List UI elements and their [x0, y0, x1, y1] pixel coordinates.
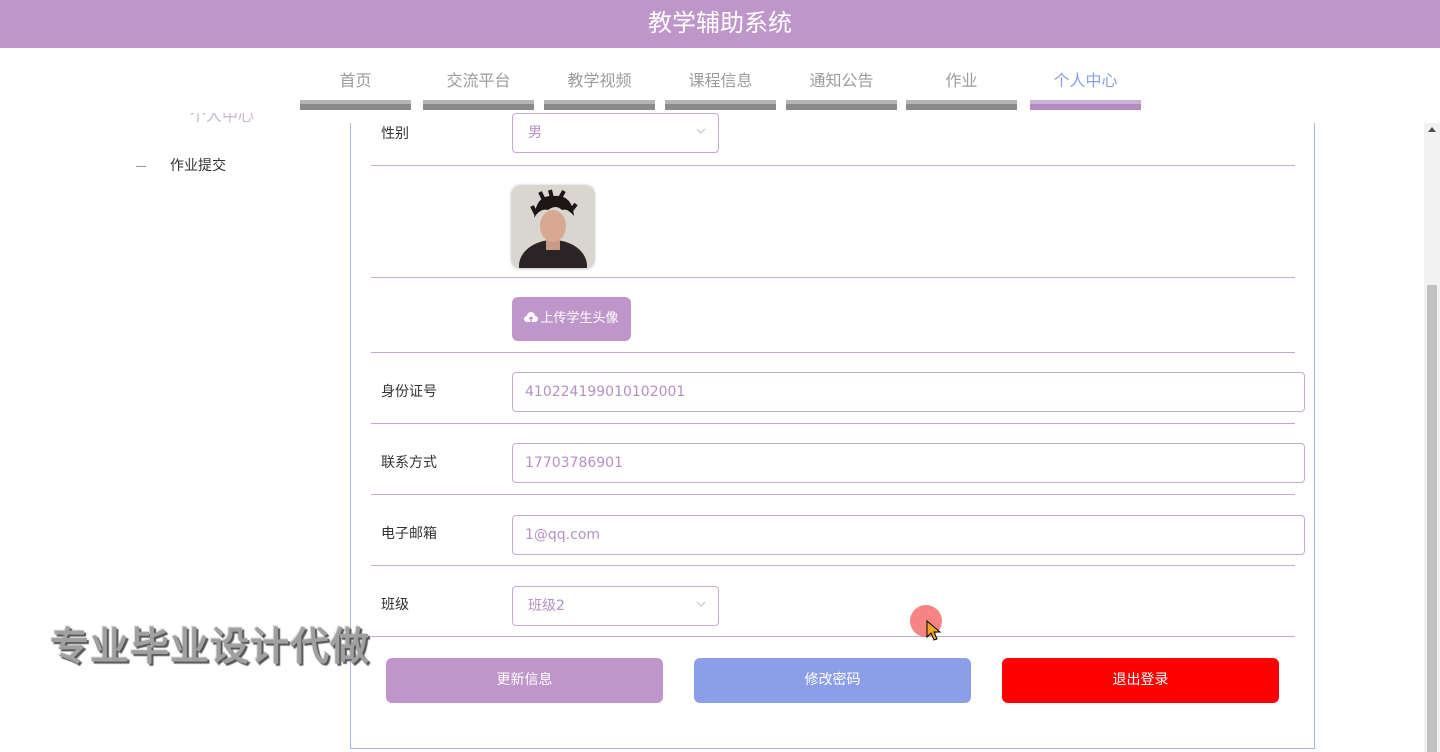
form-row-avatar [371, 166, 1295, 278]
nav-item-label: 个人中心 [1053, 71, 1118, 90]
nav-item-home[interactable]: 首页 [300, 70, 411, 112]
sidebar-title: 个人中心 [190, 113, 255, 125]
nav-item-homework[interactable]: 作业 [906, 70, 1017, 112]
email-label: 电子邮箱 [381, 526, 437, 542]
id-number-label: 身份证号 [381, 384, 437, 400]
phone-field[interactable]: 17703786901 [512, 443, 1305, 483]
chevron-down-icon [696, 601, 706, 607]
form-row-class: 班级 班级2 [371, 566, 1295, 637]
update-info-button[interactable]: 更新信息 [386, 658, 663, 703]
form-row-email: 电子邮箱 1@qq.com [371, 495, 1305, 566]
class-value: 班级2 [528, 598, 565, 614]
profile-form-panel: 性别 男 上传学生头像 身份证号 410224199010102001 联系方式… [350, 113, 1315, 749]
nav-item-label: 教学视频 [567, 71, 632, 90]
email-field[interactable]: 1@qq.com [512, 515, 1305, 555]
change-password-label: 修改密码 [804, 672, 861, 688]
nav-item-notices[interactable]: 通知公告 [786, 70, 897, 112]
nav-underline [300, 100, 411, 110]
id-number-value: 410224199010102001 [525, 384, 686, 400]
upload-button-label: 上传学生头像 [540, 311, 619, 326]
watermark-text: 专业毕业设计代做 [50, 625, 371, 670]
gender-select[interactable]: 男 [512, 113, 719, 153]
app-header: 教学辅助系统 [0, 0, 1440, 48]
mouse-cursor-icon [926, 620, 942, 641]
form-row-phone: 联系方式 17703786901 [371, 424, 1305, 495]
nav-underline [544, 100, 655, 110]
form-row-gender: 性别 男 [371, 113, 1295, 166]
class-label: 班级 [381, 597, 409, 613]
nav-item-forum[interactable]: 交流平台 [423, 70, 534, 112]
nav-underline [1030, 100, 1141, 110]
update-info-label: 更新信息 [496, 672, 553, 688]
app-title: 教学辅助系统 [648, 9, 792, 37]
nav-item-label: 交流平台 [446, 71, 511, 90]
id-number-field[interactable]: 410224199010102001 [512, 372, 1305, 412]
nav-underline [786, 100, 897, 110]
phone-value: 17703786901 [525, 455, 623, 471]
nav-item-courses[interactable]: 课程信息 [665, 70, 776, 112]
cloud-upload-icon [524, 312, 539, 322]
nav-item-label: 通知公告 [809, 71, 874, 90]
nav-item-videos[interactable]: 教学视频 [544, 70, 655, 112]
gender-label: 性别 [381, 126, 409, 142]
nav-underline [423, 100, 534, 110]
nav-underline [665, 100, 776, 110]
dash-icon [136, 165, 146, 167]
user-photo-icon [512, 186, 594, 268]
gender-value: 男 [528, 125, 542, 141]
phone-label: 联系方式 [381, 455, 437, 471]
nav-underline [906, 100, 1017, 110]
form-row-upload: 上传学生头像 [371, 278, 1295, 353]
email-value: 1@qq.com [525, 527, 601, 543]
nav-item-profile[interactable]: 个人中心 [1030, 70, 1141, 112]
sidebar-item-homework-submit[interactable]: 作业提交 [136, 155, 226, 175]
form-row-id-number: 身份证号 410224199010102001 [371, 353, 1305, 424]
nav-item-label: 课程信息 [688, 71, 753, 90]
logout-label: 退出登录 [1112, 672, 1169, 688]
logout-button[interactable]: 退出登录 [1002, 658, 1279, 703]
top-nav: 首页 交流平台 教学视频 课程信息 通知公告 作业 个人中心 [0, 48, 1440, 123]
avatar [512, 186, 594, 268]
nav-item-label: 首页 [339, 71, 372, 90]
nav-item-label: 作业 [945, 71, 978, 90]
chevron-down-icon [696, 128, 706, 134]
sidebar-item-label: 作业提交 [170, 158, 226, 174]
vertical-scrollbar[interactable] [1424, 123, 1440, 752]
class-select[interactable]: 班级2 [512, 586, 719, 626]
change-password-button[interactable]: 修改密码 [694, 658, 971, 703]
scroll-thumb[interactable] [1427, 285, 1437, 752]
scroll-up-icon[interactable] [1428, 127, 1436, 132]
upload-avatar-button[interactable]: 上传学生头像 [512, 297, 631, 341]
